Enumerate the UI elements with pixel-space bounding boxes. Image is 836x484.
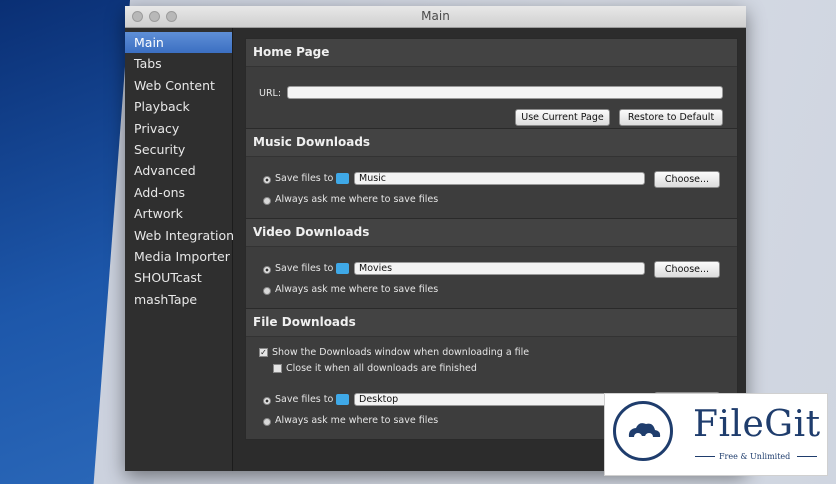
always-ask-label: Always ask me where to save files	[275, 284, 439, 295]
title-bar[interactable]: Main	[125, 6, 746, 28]
save-files-radio[interactable]	[263, 176, 271, 184]
save-files-label: Save files to	[275, 263, 334, 274]
section-title: File Downloads	[246, 309, 737, 337]
always-ask-radio[interactable]	[263, 418, 271, 426]
sidebar-item-tabs[interactable]: Tabs	[125, 53, 232, 74]
sidebar: Main Tabs Web Content Playback Privacy S…	[125, 28, 234, 471]
close-when-finished-checkbox[interactable]	[273, 364, 282, 373]
home-page-section: Home Page URL: Use Current Page Restore …	[245, 38, 738, 130]
section-title: Home Page	[246, 39, 737, 67]
always-ask-label: Always ask me where to save files	[275, 415, 439, 426]
filegit-brand: FileGit	[693, 404, 821, 445]
desktop-folder-icon	[336, 394, 349, 405]
music-folder-field[interactable]: Music	[354, 172, 645, 185]
always-ask-radio[interactable]	[263, 287, 271, 295]
sidebar-item-media-importer[interactable]: Media Importer	[125, 246, 232, 267]
sidebar-item-main[interactable]: Main	[125, 32, 232, 54]
sidebar-item-add-ons[interactable]: Add-ons	[125, 182, 232, 203]
show-downloads-window-label: Show the Downloads window when downloadi…	[272, 347, 530, 358]
save-files-radio[interactable]	[263, 266, 271, 274]
save-files-label: Save files to	[275, 173, 334, 184]
sidebar-item-advanced[interactable]: Advanced	[125, 160, 232, 181]
sidebar-item-playback[interactable]: Playback	[125, 96, 232, 117]
show-downloads-window-checkbox[interactable]: ✓	[259, 348, 268, 357]
choose-music-folder-button[interactable]: Choose...	[654, 171, 720, 188]
tagline-rule-right	[797, 456, 817, 457]
close-when-finished-label: Close it when all downloads are finished	[286, 363, 477, 374]
music-downloads-section: Music Downloads Save files to Music Choo…	[245, 128, 738, 220]
tagline-rule-left	[695, 456, 715, 457]
video-downloads-section: Video Downloads Save files to Movies Cho…	[245, 218, 738, 310]
url-input[interactable]	[287, 86, 723, 99]
save-files-radio[interactable]	[263, 397, 271, 405]
filegit-logo-icon	[613, 401, 673, 461]
use-current-page-button[interactable]: Use Current Page	[515, 109, 610, 126]
filegit-watermark: FileGit Free & Unlimited	[604, 393, 828, 476]
background-decoration	[0, 0, 130, 484]
filegit-tagline: Free & Unlimited	[719, 452, 791, 461]
sidebar-item-shoutcast[interactable]: SHOUTcast	[125, 267, 232, 288]
movies-folder-field[interactable]: Movies	[354, 262, 645, 275]
always-ask-label: Always ask me where to save files	[275, 194, 439, 205]
desktop-folder-field[interactable]: Desktop	[354, 393, 645, 406]
restore-to-default-button[interactable]: Restore to Default	[619, 109, 723, 126]
section-title: Video Downloads	[246, 219, 737, 247]
sidebar-item-mashtape[interactable]: mashTape	[125, 289, 232, 310]
sidebar-item-security[interactable]: Security	[125, 139, 232, 160]
sidebar-item-web-integration[interactable]: Web Integration	[125, 225, 234, 246]
sidebar-item-web-content[interactable]: Web Content	[125, 75, 232, 96]
always-ask-radio[interactable]	[263, 197, 271, 205]
movies-folder-icon	[336, 263, 349, 274]
section-title: Music Downloads	[246, 129, 737, 157]
sidebar-item-privacy[interactable]: Privacy	[125, 118, 232, 139]
save-files-label: Save files to	[275, 394, 334, 405]
music-folder-icon	[336, 173, 349, 184]
window-title: Main	[421, 9, 450, 23]
sidebar-item-artwork[interactable]: Artwork	[125, 203, 232, 224]
url-label: URL:	[259, 88, 282, 99]
choose-movies-folder-button[interactable]: Choose...	[654, 261, 720, 278]
